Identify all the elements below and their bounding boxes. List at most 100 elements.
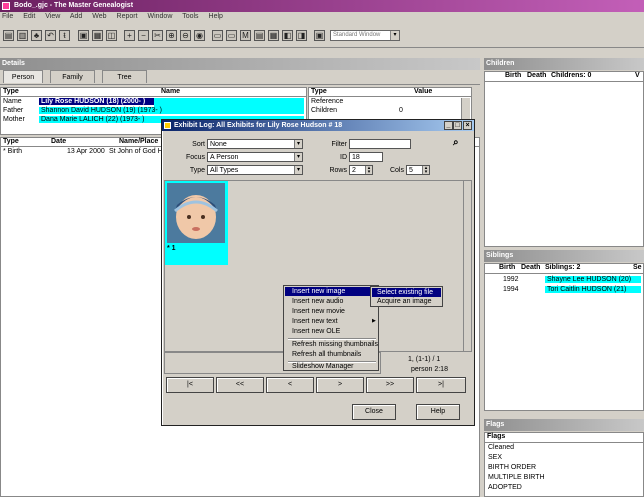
tab-tree[interactable]: Tree (102, 70, 147, 83)
layout6-icon[interactable]: ◨ (296, 30, 307, 41)
clipboard-icon[interactable]: ▣ (78, 30, 89, 41)
tab-person[interactable]: Person (3, 70, 43, 83)
children-panel-header: Children (484, 58, 644, 70)
names-row-name[interactable]: Name Lily Rose HUDSON (18) (2000- ) (1, 98, 306, 107)
zoom-out-icon[interactable]: ⊖ (180, 30, 191, 41)
sort-combo[interactable]: None ▾ (207, 139, 303, 149)
close-button[interactable]: Close (352, 404, 396, 420)
rows-value: 2 (352, 167, 356, 174)
flag-item[interactable]: ADOPTED (488, 484, 522, 493)
undo-icon[interactable]: ↶ (45, 30, 56, 41)
menu-tools[interactable]: Tools (182, 13, 198, 20)
menu-file[interactable]: File (2, 13, 13, 20)
menu-view[interactable]: View (45, 13, 60, 20)
type-combo[interactable]: All Types ▾ (207, 165, 303, 175)
menu-insert-text[interactable]: Insert new text (292, 318, 338, 325)
menu-add[interactable]: Add (70, 13, 82, 20)
events-row-date: 13 Apr 2000 (67, 148, 105, 155)
layout-save-icon[interactable]: ▣ (314, 30, 325, 41)
children-grid: Birth Death Childrens: 0 V (484, 71, 644, 247)
sibling-row[interactable]: 1994 Tori Caitlin HUDSON (21) (485, 286, 643, 295)
find-icon[interactable]: ◉ (194, 30, 205, 41)
flag-item[interactable]: BIRTH ORDER (488, 464, 536, 473)
layout2-icon[interactable]: ▭ (226, 30, 237, 41)
events-row-place: St John of God Ho (109, 148, 167, 155)
window-title: Bodo_.gjc - The Master Genealogist (14, 2, 134, 9)
menu-insert-image[interactable]: Insert new image (292, 288, 345, 295)
menu-slideshow-manager[interactable]: Slideshow Manager (292, 363, 353, 370)
sibling-birth: 1992 (503, 276, 519, 283)
cut-icon[interactable]: ✂ (152, 30, 163, 41)
id-input[interactable]: 18 (349, 152, 383, 162)
exhibit-counter: 1, (1-1) / 1 (408, 356, 441, 363)
thumbnail-scrollbar[interactable] (463, 181, 471, 351)
menu-insert-audio[interactable]: Insert new audio (292, 298, 343, 305)
layout-combo[interactable]: Standard Window ▾ (330, 30, 400, 41)
cols-spinner[interactable]: 5 ▴ ▾ (406, 165, 430, 175)
tab-family[interactable]: Family (50, 70, 95, 83)
grid-icon[interactable]: ▦ (92, 30, 103, 41)
menu-edit[interactable]: Edit (23, 13, 35, 20)
insert-image-submenu: Select existing file Acquire an image (370, 286, 443, 307)
prev-page-button[interactable]: << (216, 377, 264, 393)
layout5-icon[interactable]: ◧ (282, 30, 293, 41)
people-icon[interactable]: ▥ (17, 30, 28, 41)
flag-item[interactable]: Cleaned (488, 444, 514, 453)
children-title: Children (486, 60, 515, 67)
focus-combo[interactable]: A Person ▾ (207, 152, 303, 162)
menu-report[interactable]: Report (117, 13, 138, 20)
mail-icon[interactable]: M (240, 30, 251, 41)
values-row-children[interactable]: Children 0 (309, 107, 459, 116)
filter-input[interactable] (349, 139, 411, 149)
menu-help[interactable]: Help (209, 13, 223, 20)
children-grid-header: Birth Death Childrens: 0 V (485, 72, 643, 82)
binoculars-icon[interactable]: ⌕ (453, 137, 459, 148)
remove-icon[interactable]: − (138, 30, 149, 41)
next-page-button[interactable]: >> (366, 377, 414, 393)
spinner-arrows-icon[interactable]: ▴ ▾ (422, 166, 429, 175)
menu-refresh-missing[interactable]: Refresh missing thumbnails (292, 341, 378, 348)
names-row-father[interactable]: Father Shannon David HUDSON (19) (1973- … (1, 107, 306, 116)
open-icon[interactable]: ▤ (3, 30, 14, 41)
menu-refresh-all[interactable]: Refresh all thumbnails (292, 351, 361, 358)
names-col-type: Type (3, 88, 19, 95)
menu-select-existing-file[interactable]: Select existing file (377, 289, 433, 296)
flag-item[interactable]: MULTIPLE BIRTH (488, 474, 545, 483)
menu-insert-ole[interactable]: Insert new OLE (292, 328, 340, 335)
layout-combo-value: Standard Window (333, 32, 381, 38)
thumbnail-cell[interactable]: * 1 (165, 181, 228, 265)
layout3-icon[interactable]: ▤ (254, 30, 265, 41)
rows-spinner[interactable]: 2 ▴ ▾ (349, 165, 373, 175)
add-icon[interactable]: + (124, 30, 135, 41)
names-col-name: Name (161, 88, 181, 95)
sibling-row[interactable]: 1992 Shayne Lee HUDSON (20) (485, 276, 643, 285)
minimize-icon[interactable]: _ (444, 121, 453, 130)
sibling-name: Tori Caitlin HUDSON (21) (545, 286, 641, 293)
info-scrollbar[interactable] (380, 352, 388, 374)
first-button[interactable]: |< (166, 377, 214, 393)
window-icon[interactable]: ◫ (106, 30, 117, 41)
maximize-icon[interactable]: □ (453, 121, 462, 130)
family-icon[interactable]: ♣ (31, 30, 42, 41)
person-icon[interactable]: ŧ (59, 30, 70, 41)
prev-button[interactable]: < (266, 377, 314, 393)
layout4-icon[interactable]: ▦ (268, 30, 279, 41)
flag-item[interactable]: SEX (488, 454, 502, 463)
menu-window[interactable]: Window (147, 13, 172, 20)
zoom-in-icon[interactable]: ⊕ (166, 30, 177, 41)
siblings-grid-header: Birth Death Siblings: 2 Se (485, 264, 643, 274)
values-row-reference[interactable]: Reference (309, 98, 459, 107)
menu-acquire-image[interactable]: Acquire an image (377, 298, 431, 305)
menu-insert-movie[interactable]: Insert new movie (292, 308, 345, 315)
menu-web[interactable]: Web (92, 13, 106, 20)
menu-bar: File Edit View Add Web Report Window Too… (0, 12, 644, 22)
close-icon[interactable]: × (463, 121, 472, 130)
last-button[interactable]: >| (416, 377, 466, 393)
help-button[interactable]: Help (416, 404, 460, 420)
values-col-value: Value (414, 88, 433, 95)
type-label: Type (189, 167, 205, 174)
details-panel-header: Details (0, 58, 480, 70)
spinner-arrows-icon[interactable]: ▴ ▾ (365, 166, 372, 175)
layout1-icon[interactable]: ▭ (212, 30, 223, 41)
next-button[interactable]: > (316, 377, 364, 393)
